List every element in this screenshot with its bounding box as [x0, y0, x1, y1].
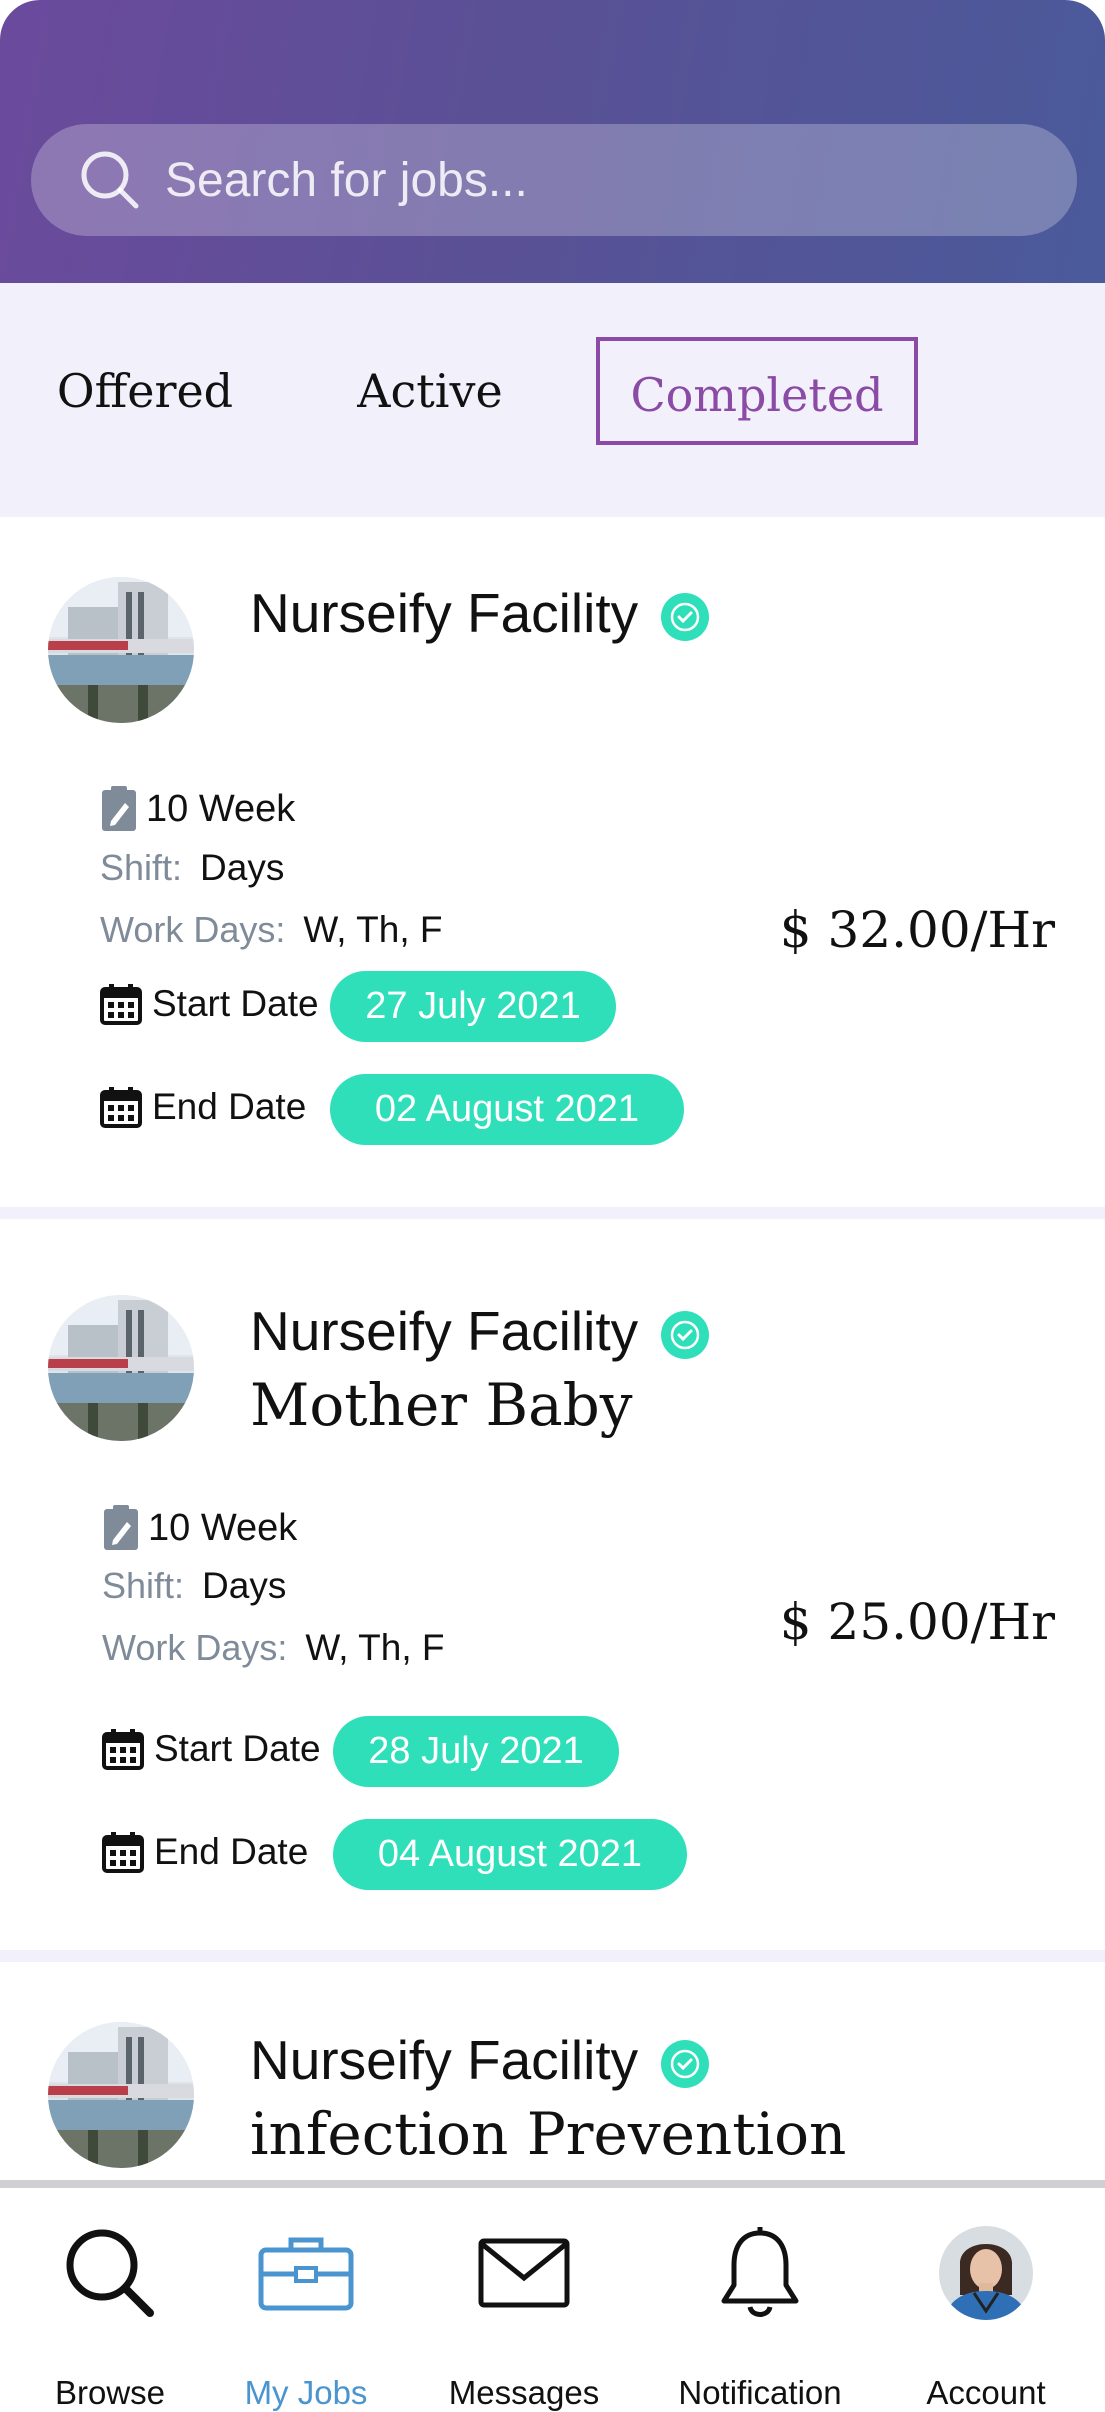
calendar-icon [100, 1087, 142, 1128]
facility-name: Nurseify Facility [250, 2029, 639, 2091]
hourly-rate: $ 32.00/Hr [779, 901, 1055, 959]
start-date-row: Start Date [102, 1728, 321, 1770]
nav-label: Browse [54, 2374, 166, 2411]
start-date-pill: 27 July 2021 [330, 971, 616, 1042]
end-date-row: End Date [102, 1831, 308, 1873]
tab-active[interactable]: Active [340, 337, 520, 445]
duration-row: 10 Week [102, 1504, 297, 1552]
workdays-row: Work Days: W, Th, F [102, 1627, 445, 1669]
bottom-nav: Browse My Jobs Messages Notification Acc… [0, 2188, 1105, 2411]
workdays-row: Work Days: W, Th, F [100, 909, 443, 951]
facility-avatar [48, 1295, 194, 1441]
job-duration: 10 Week [146, 787, 296, 830]
search-icon [66, 2229, 154, 2317]
card-divider [0, 1207, 1105, 1219]
job-specialty: infection Prevention [250, 2100, 847, 2168]
nav-browse[interactable]: Browse [0, 2188, 220, 2411]
start-date-pill: 28 July 2021 [333, 1716, 619, 1787]
mail-icon [478, 2238, 570, 2308]
shift-label: Shift: [100, 847, 183, 888]
start-date-row: Start Date [100, 983, 319, 1025]
workdays-value: W, Th, F [303, 909, 443, 950]
job-status-tabs: Offered Active Completed [0, 283, 1105, 517]
facility-avatar [48, 2022, 194, 2168]
user-avatar [939, 2226, 1033, 2320]
search-bar[interactable] [31, 124, 1077, 236]
workdays-label: Work Days: [100, 909, 286, 950]
tab-completed[interactable]: Completed [596, 337, 918, 445]
end-date-pill: 04 August 2021 [333, 1819, 687, 1890]
job-card[interactable]: Nurseify Facility infection Prevention [0, 1962, 1105, 2180]
job-card[interactable]: Nurseify Facility 10 Week Shift: Days Wo… [0, 517, 1105, 1207]
verified-icon [661, 593, 709, 641]
end-date-label: End Date [154, 1831, 309, 1872]
calendar-icon [102, 1729, 144, 1770]
nav-account[interactable]: Account [876, 2188, 1096, 2411]
job-card[interactable]: Nurseify Facility Mother Baby 10 Week Sh… [0, 1219, 1105, 1950]
end-date-row: End Date [100, 1086, 306, 1128]
search-input[interactable] [163, 151, 1067, 209]
start-date-label: Start Date [152, 983, 319, 1024]
nav-label: My Jobs [244, 2374, 368, 2411]
nav-label: Account [926, 2374, 1046, 2411]
end-date-pill: 02 August 2021 [330, 1074, 684, 1145]
job-specialty: Mother Baby [250, 1371, 633, 1439]
end-date-label: End Date [152, 1086, 307, 1127]
verified-icon [661, 1311, 709, 1359]
search-icon [81, 151, 139, 209]
nav-divider [0, 2180, 1105, 2188]
bell-icon [721, 2227, 799, 2317]
nav-label: Messages [448, 2374, 600, 2411]
verified-icon [661, 2040, 709, 2088]
start-date-label: Start Date [154, 1728, 321, 1769]
calendar-icon [102, 1832, 144, 1873]
card-divider [0, 1950, 1105, 1962]
nav-messages[interactable]: Messages [414, 2188, 634, 2411]
nav-notification[interactable]: Notification [650, 2188, 870, 2411]
shift-value: Days [202, 1565, 287, 1606]
facility-name: Nurseify Facility [250, 1300, 639, 1362]
nav-my-jobs[interactable]: My Jobs [196, 2188, 416, 2411]
workdays-value: W, Th, F [305, 1627, 445, 1668]
briefcase-icon [258, 2237, 354, 2311]
shift-row: Shift: Days [102, 1565, 286, 1607]
shift-value: Days [200, 847, 285, 888]
clipboard-edit-icon [104, 1505, 138, 1550]
facility-name: Nurseify Facility [250, 582, 639, 644]
header [0, 0, 1105, 283]
nav-label: Notification [678, 2374, 842, 2411]
calendar-icon [100, 984, 142, 1025]
job-duration: 10 Week [148, 1506, 298, 1549]
tab-offered[interactable]: Offered [40, 337, 250, 445]
workdays-label: Work Days: [102, 1627, 288, 1668]
clipboard-edit-icon [102, 786, 136, 831]
hourly-rate: $ 25.00/Hr [779, 1593, 1055, 1651]
duration-row: 10 Week [100, 785, 295, 833]
facility-avatar [48, 577, 194, 723]
shift-label: Shift: [102, 1565, 185, 1606]
shift-row: Shift: Days [100, 847, 284, 889]
